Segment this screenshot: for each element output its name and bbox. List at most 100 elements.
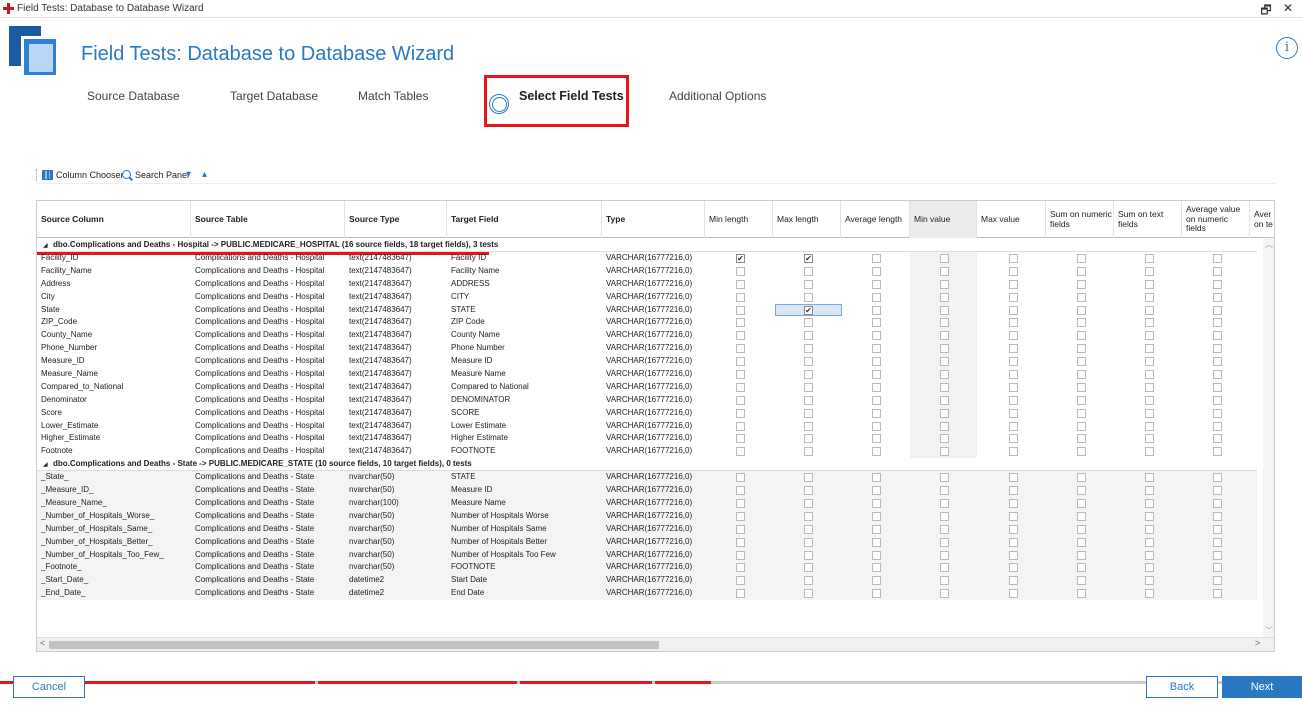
test-checkbox[interactable] [940, 331, 949, 341]
test-checkbox[interactable] [804, 473, 813, 483]
test-checkbox[interactable] [1213, 434, 1222, 444]
test-checkbox[interactable] [1145, 537, 1154, 547]
test-checkbox[interactable] [736, 421, 745, 431]
test-checkbox[interactable] [1009, 395, 1018, 405]
test-checkbox[interactable] [1077, 486, 1086, 496]
test-checkbox[interactable] [872, 357, 881, 367]
test-checkbox[interactable] [736, 550, 745, 560]
test-checkbox[interactable] [1077, 279, 1086, 289]
step-match-tables[interactable]: Match Tables [358, 89, 428, 103]
step-target-database[interactable]: Target Database [230, 89, 318, 103]
table-row[interactable]: _Measure_ID_ Complications and Deaths - S… [37, 484, 1257, 498]
test-checkbox[interactable] [736, 499, 745, 509]
test-checkbox[interactable] [940, 421, 949, 431]
test-checkbox[interactable] [1009, 292, 1018, 302]
test-checkbox[interactable] [872, 395, 881, 405]
test-checkbox[interactable] [1213, 486, 1222, 496]
test-checkbox[interactable] [1009, 447, 1018, 457]
test-checkbox[interactable] [940, 344, 949, 354]
test-checkbox[interactable] [736, 537, 745, 547]
test-checkbox[interactable] [1077, 382, 1086, 392]
column-header[interactable]: Aver on te [1250, 201, 1274, 238]
test-checkbox[interactable] [872, 266, 881, 276]
test-checkbox[interactable] [940, 589, 949, 599]
test-checkbox[interactable] [1077, 589, 1086, 599]
test-checkbox[interactable] [1009, 511, 1018, 521]
test-checkbox[interactable] [1145, 279, 1154, 289]
column-header[interactable]: Sum on text fields [1114, 201, 1182, 238]
test-checkbox[interactable] [1009, 357, 1018, 367]
column-header[interactable]: Max length [773, 201, 841, 238]
test-checkbox[interactable] [1213, 576, 1222, 586]
search-icon[interactable] [122, 170, 131, 179]
table-row[interactable]: Measure_ID Complications and Deaths - Hos… [37, 355, 1257, 368]
test-checkbox[interactable] [1009, 499, 1018, 509]
test-checkbox[interactable] [1145, 382, 1154, 392]
test-checkbox[interactable] [804, 395, 813, 405]
test-checkbox[interactable] [1077, 408, 1086, 418]
test-checkbox[interactable] [1145, 576, 1154, 586]
test-checkbox[interactable] [804, 331, 813, 341]
test-checkbox[interactable] [1009, 576, 1018, 586]
test-checkbox[interactable] [736, 344, 745, 354]
test-checkbox[interactable] [1077, 344, 1086, 354]
test-checkbox[interactable] [1009, 537, 1018, 547]
test-checkbox[interactable] [804, 486, 813, 496]
column-header[interactable]: Max value [977, 201, 1046, 238]
test-checkbox[interactable] [1077, 370, 1086, 380]
column-header[interactable]: Sum on numeric fields [1046, 201, 1114, 238]
test-checkbox[interactable] [940, 576, 949, 586]
test-checkbox[interactable] [804, 447, 813, 457]
table-row[interactable]: State Complications and Deaths - Hospital… [37, 303, 1257, 317]
test-checkbox[interactable] [940, 563, 949, 573]
table-row[interactable]: ZIP_Code Complications and Deaths - Hospi… [37, 316, 1257, 329]
group-collapse-icon[interactable]: ◢ [43, 461, 48, 468]
test-checkbox[interactable] [804, 357, 813, 367]
test-checkbox[interactable] [736, 563, 745, 573]
table-row[interactable]: _Number_of_Hospitals_Same_ Complications … [37, 522, 1257, 536]
test-checkbox[interactable] [1213, 537, 1222, 547]
test-checkbox[interactable] [940, 486, 949, 496]
test-checkbox[interactable] [1009, 589, 1018, 599]
test-checkbox[interactable] [804, 499, 813, 509]
test-checkbox[interactable] [940, 511, 949, 521]
test-checkbox[interactable] [1009, 318, 1018, 328]
test-checkbox[interactable] [872, 486, 881, 496]
test-checkbox[interactable] [1145, 421, 1154, 431]
test-checkbox[interactable] [1009, 254, 1018, 263]
test-checkbox[interactable] [940, 370, 949, 380]
test-checkbox[interactable] [1213, 511, 1222, 521]
test-checkbox[interactable] [872, 279, 881, 289]
test-checkbox[interactable] [940, 318, 949, 328]
test-checkbox[interactable] [1213, 357, 1222, 367]
test-checkbox[interactable] [1009, 266, 1018, 276]
close-icon[interactable]: ✕ [1280, 1, 1296, 15]
table-row[interactable]: Score Complications and Deaths - Hospital… [37, 407, 1257, 420]
test-checkbox[interactable] [1145, 589, 1154, 599]
table-row[interactable]: Facility_Name Complications and Deaths - … [37, 265, 1257, 278]
table-row[interactable]: Higher_Estimate Complications and Deaths … [37, 432, 1257, 445]
table-row[interactable]: City Complications and Deaths - Hospital t… [37, 291, 1257, 304]
horizontal-scrollbar[interactable]: < > [37, 637, 1274, 651]
test-checkbox[interactable] [1077, 305, 1086, 315]
table-row[interactable]: _Number_of_Hospitals_Worse_ Complications… [37, 509, 1257, 523]
test-checkbox[interactable] [1145, 434, 1154, 444]
test-checkbox[interactable] [804, 266, 813, 276]
table-row[interactable]: Facility_ID Complications and Deaths - Ho… [37, 252, 1257, 265]
test-checkbox[interactable] [1213, 254, 1222, 263]
step-source-database[interactable]: Source Database [87, 89, 180, 103]
test-checkbox[interactable] [1077, 447, 1086, 457]
test-checkbox[interactable] [1213, 382, 1222, 392]
test-checkbox[interactable] [1077, 576, 1086, 586]
column-header[interactable]: Source Column [37, 201, 191, 238]
test-checkbox[interactable] [1077, 318, 1086, 328]
test-checkbox[interactable] [1213, 292, 1222, 302]
test-checkbox[interactable] [872, 408, 881, 418]
column-chooser-button[interactable]: Column Chooser [56, 170, 124, 180]
test-checkbox[interactable] [1145, 550, 1154, 560]
test-checkbox[interactable] [940, 382, 949, 392]
test-checkbox[interactable] [872, 344, 881, 354]
test-checkbox[interactable] [940, 266, 949, 276]
test-checkbox[interactable] [872, 292, 881, 302]
test-checkbox[interactable] [872, 563, 881, 573]
